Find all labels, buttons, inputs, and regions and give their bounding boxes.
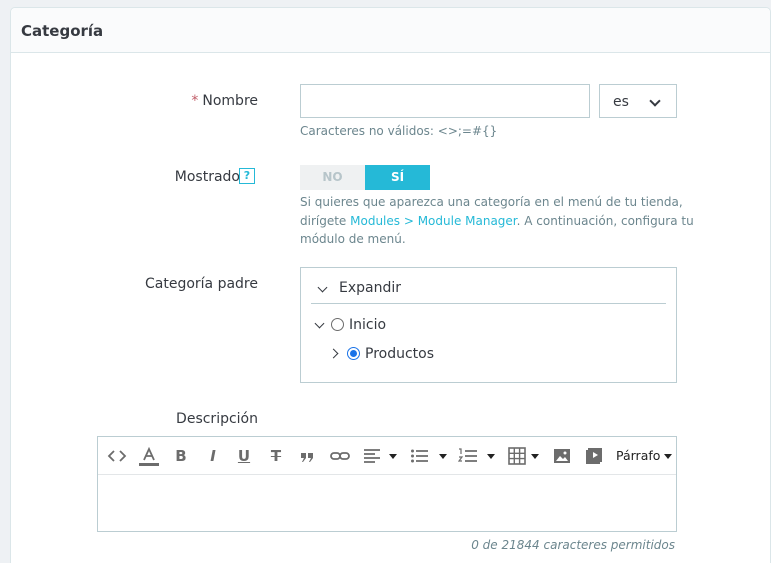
language-value: es xyxy=(613,94,629,110)
text-color-icon[interactable] xyxy=(138,446,160,466)
required-mark: * xyxy=(191,93,199,109)
bullet-list-dropdown-icon[interactable] xyxy=(439,454,447,459)
bullet-list-icon[interactable] xyxy=(410,447,430,465)
expand-toggle[interactable]: Expandir xyxy=(311,280,666,304)
category-panel: Categoría * Nombre es Caracteres no válid… xyxy=(10,7,771,563)
category-radio-inicio[interactable] xyxy=(331,318,344,331)
category-label-productos: Productos xyxy=(365,346,435,362)
expand-label: Expandir xyxy=(339,280,402,296)
displayed-help-text: Si quieres que aparezca una categoría en… xyxy=(300,193,694,249)
align-dropdown-icon[interactable] xyxy=(389,454,397,459)
displayed-label: Mostrado xyxy=(174,169,240,185)
chevron-down-icon[interactable] xyxy=(314,318,325,329)
panel-title: Categoría xyxy=(11,8,770,53)
table-dropdown-icon[interactable] xyxy=(531,454,539,459)
parent-category-label: Categoría padre xyxy=(145,276,258,292)
help-line-3: módulo de menú. xyxy=(300,232,406,246)
module-manager-link[interactable]: Modules > Module Manager xyxy=(350,214,517,228)
name-help-text: Caracteres no válidos: <>;=#{} xyxy=(300,124,498,138)
displayed-switch[interactable]: NO SÍ xyxy=(300,165,430,190)
help-line-1: Si quieres que aparezca una categoría en… xyxy=(300,195,683,209)
name-label-text: Nombre xyxy=(202,93,258,109)
numbered-list-icon[interactable] xyxy=(457,447,478,465)
italic-icon[interactable]: I xyxy=(204,447,222,465)
category-radio-productos[interactable] xyxy=(347,347,360,360)
help-line-2-post: . A continuación, configura tu xyxy=(516,213,694,228)
media-icon[interactable] xyxy=(585,447,603,465)
link-icon[interactable] xyxy=(330,447,350,465)
numbered-list-dropdown-icon[interactable] xyxy=(487,454,495,459)
editor-toolbar: B I U T Párrafo xyxy=(98,437,676,475)
help-icon[interactable]: ? xyxy=(239,168,255,184)
strikethrough-icon[interactable]: T xyxy=(267,447,285,465)
description-label: Descripción xyxy=(176,411,258,427)
help-line-2-pre: dirígete xyxy=(300,213,351,228)
chevron-down-icon xyxy=(649,95,661,107)
switch-option-yes[interactable]: SÍ xyxy=(365,165,430,190)
character-counter: 0 de 21844 caracteres permitidos xyxy=(471,538,675,552)
image-icon[interactable] xyxy=(553,447,571,465)
category-tree: Expandir Inicio Productos xyxy=(300,267,677,383)
name-label: * Nombre xyxy=(191,93,258,109)
underline-icon[interactable]: U xyxy=(235,447,253,465)
bold-icon[interactable]: B xyxy=(172,447,190,465)
switch-option-no[interactable]: NO xyxy=(300,165,365,190)
description-editor[interactable]: B I U T Párrafo xyxy=(97,436,677,532)
name-input[interactable] xyxy=(300,84,590,118)
table-icon[interactable] xyxy=(508,447,526,465)
chevron-down-icon xyxy=(317,282,328,293)
source-code-icon[interactable] xyxy=(106,447,128,465)
paragraph-format-select[interactable]: Párrafo xyxy=(616,448,660,466)
language-select[interactable]: es xyxy=(599,84,677,118)
help-line-2: dirígete Modules > Module Manager. A con… xyxy=(300,212,694,231)
align-icon[interactable] xyxy=(363,447,381,465)
blockquote-icon[interactable] xyxy=(298,447,316,465)
paragraph-dropdown-icon[interactable] xyxy=(664,454,672,459)
chevron-right-icon[interactable] xyxy=(328,348,339,359)
category-label-inicio: Inicio xyxy=(349,317,387,333)
